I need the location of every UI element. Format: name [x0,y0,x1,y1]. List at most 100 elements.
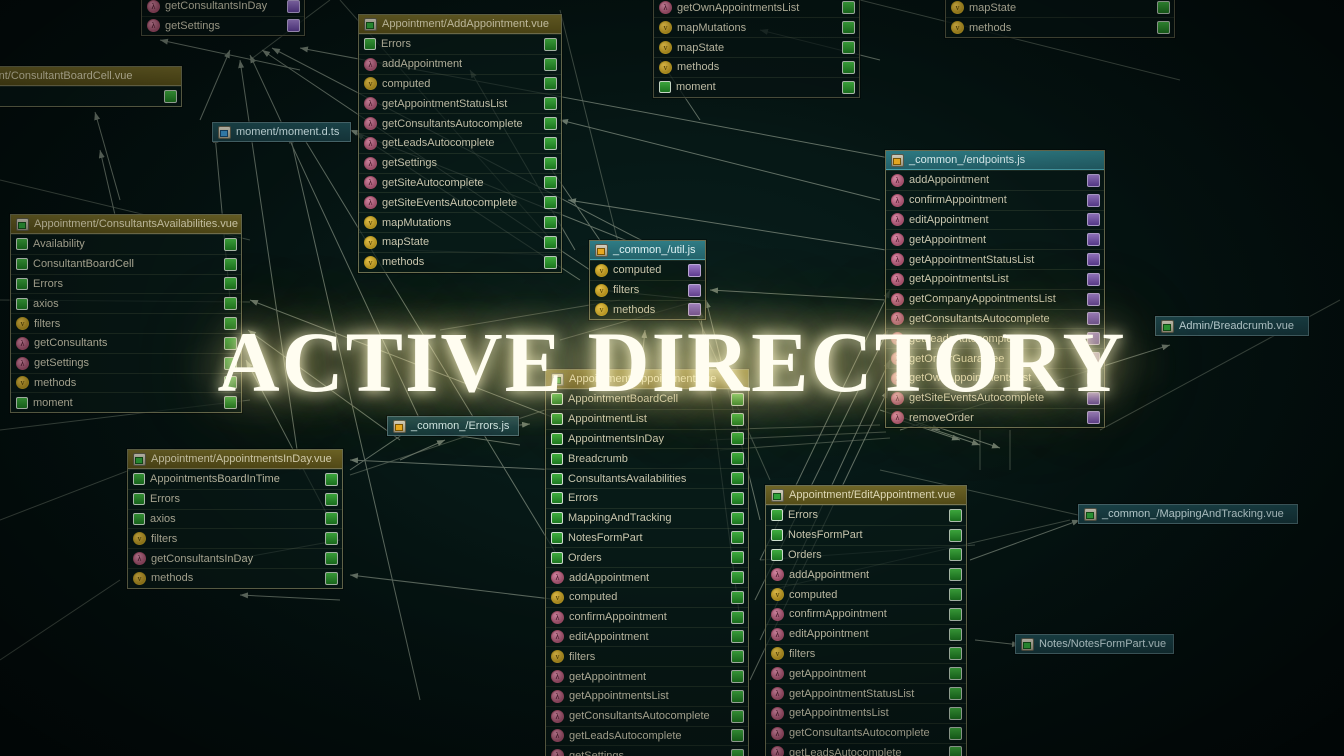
export-port-icon[interactable] [1157,21,1170,35]
node-row[interactable]: v methods [590,299,705,320]
export-port-icon[interactable] [544,77,557,91]
export-port-icon[interactable] [1087,292,1100,306]
export-port-icon[interactable] [325,571,338,585]
export-port-icon[interactable] [842,60,855,74]
node-row[interactable]: v filters [128,528,342,548]
node-consultant-board-cell[interactable]: Appointment/ConsultantBoardCell.vue mome… [0,66,182,107]
export-port-icon[interactable] [1087,391,1100,405]
node-row[interactable]: v mapMutations [654,17,859,37]
node-row[interactable]: Breadcrumb [546,448,748,468]
node-row[interactable]: MappingAndTracking [546,507,748,528]
export-port-icon[interactable] [949,667,962,681]
export-port-icon[interactable] [731,412,744,426]
node-row[interactable]: v mapState [946,0,1174,17]
node-row[interactable]: v computed [590,260,705,280]
export-port-icon[interactable] [1087,332,1100,346]
export-port-icon[interactable] [688,303,701,317]
node-row[interactable]: AppointmentsInDay [546,428,748,449]
node-row[interactable]: λ getAppointmentStatusList [359,93,561,113]
export-port-icon[interactable] [1087,411,1100,425]
node-row[interactable]: Errors [11,273,241,294]
node-row[interactable]: λ getAppointmentStatusList [886,249,1104,269]
export-port-icon[interactable] [731,472,744,486]
node-row[interactable]: v methods [128,567,342,588]
node-row[interactable]: ConsultantBoardCell [11,253,241,274]
node-row[interactable]: NotesFormPart [546,527,748,548]
node-title-bar[interactable]: _common_/util.js [590,241,705,260]
export-port-icon[interactable] [1087,371,1100,385]
node-row[interactable]: λ confirmAppointment [886,189,1104,210]
export-port-icon[interactable] [1087,312,1100,326]
node-row[interactable]: λ getAppointment [546,666,748,686]
node-row[interactable]: moment [11,392,241,412]
node-row[interactable]: λ getConsultantsInDay [142,0,304,16]
export-port-icon[interactable] [731,491,744,505]
node-appointment-main[interactable]: Appointment/Appointment.vue AppointmentB… [545,369,749,756]
export-port-icon[interactable] [731,571,744,585]
export-port-icon[interactable] [224,376,237,390]
export-port-icon[interactable] [544,196,557,210]
node-row[interactable]: λ editAppointment [546,626,748,647]
node-row[interactable]: λ editAppointment [886,209,1104,230]
export-port-icon[interactable] [949,528,962,542]
node-row[interactable]: v computed [766,584,966,604]
export-port-icon[interactable] [731,689,744,703]
node-title-bar[interactable]: moment/moment.d.ts [213,123,350,141]
node-row[interactable]: v computed [546,586,748,607]
export-port-icon[interactable] [1087,233,1100,247]
node-row[interactable]: λ removeOrder [886,407,1104,428]
node-row[interactable]: v filters [766,643,966,664]
export-port-icon[interactable] [544,117,557,131]
node-row[interactable]: λ getConsultantsAutocomplete [546,705,748,726]
export-port-icon[interactable] [688,263,701,277]
node-row[interactable]: λ getLeadsAutocomplete [359,132,561,153]
node-row[interactable]: λ editAppointment [766,623,966,644]
export-port-icon[interactable] [287,19,300,33]
node-notes-form-part[interactable]: Notes/NotesFormPart.vue [1015,634,1174,654]
export-port-icon[interactable] [325,492,338,506]
export-port-icon[interactable] [325,472,338,486]
node-title-bar[interactable]: Appointment/ConsultantsAvailabilities.vu… [11,215,241,234]
export-port-icon[interactable] [1087,173,1100,187]
node-row[interactable]: λ getAppointment [766,663,966,683]
export-port-icon[interactable] [842,1,855,15]
node-row[interactable]: moment [0,86,181,106]
node-title-bar[interactable]: Appointment/EditAppointment.vue [766,486,966,505]
node-row[interactable]: Availability [11,234,241,254]
export-port-icon[interactable] [949,647,962,661]
node-title-bar[interactable]: Notes/NotesFormPart.vue [1016,635,1173,653]
node-row[interactable]: AppointmentBoardCell [546,389,748,409]
node-consultants-availabilities[interactable]: Appointment/ConsultantsAvailabilities.vu… [10,214,242,414]
node-appointments-list-top[interactable]: λgetAppointmentsList λgetCompanyAppointm… [653,0,860,98]
export-port-icon[interactable] [544,37,557,51]
export-port-icon[interactable] [164,89,177,103]
node-row[interactable]: λ getSettings [546,745,748,756]
node-mapping-and-tracking[interactable]: _common_/MappingAndTracking.vue [1078,504,1298,524]
node-row[interactable]: Orders [546,547,748,567]
node-row[interactable]: v methods [946,17,1174,37]
export-port-icon[interactable] [731,590,744,604]
node-row[interactable]: moment [654,76,859,97]
node-row[interactable]: λ getOwnAppointmentsList [886,367,1104,388]
export-port-icon[interactable] [1087,193,1100,207]
node-row[interactable]: v computed [359,73,561,94]
node-row[interactable]: λ addAppointment [766,564,966,584]
node-row[interactable]: λ getSiteEventsAutocomplete [886,387,1104,408]
export-port-icon[interactable] [688,283,701,297]
node-row[interactable]: λ getConsultantsAutocomplete [359,113,561,133]
node-appointments-in-day[interactable]: Appointment/AppointmentsInDay.vue Appoin… [127,449,343,589]
export-port-icon[interactable] [1087,213,1100,227]
export-port-icon[interactable] [949,548,962,562]
node-row[interactable]: v filters [590,279,705,300]
node-title-bar[interactable]: _common_/Errors.js [388,417,518,435]
export-port-icon[interactable] [949,627,962,641]
node-row[interactable]: λ addAppointment [546,567,748,587]
export-port-icon[interactable] [544,255,557,269]
node-row[interactable]: λ getSettings [142,15,304,36]
export-port-icon[interactable] [544,176,557,190]
node-row[interactable]: Orders [766,544,966,565]
node-moment-dts[interactable]: moment/moment.d.ts [212,122,351,142]
export-port-icon[interactable] [731,709,744,723]
node-row[interactable]: λ getSiteAutocomplete [359,172,561,193]
node-row[interactable]: λ addAppointment [886,170,1104,190]
